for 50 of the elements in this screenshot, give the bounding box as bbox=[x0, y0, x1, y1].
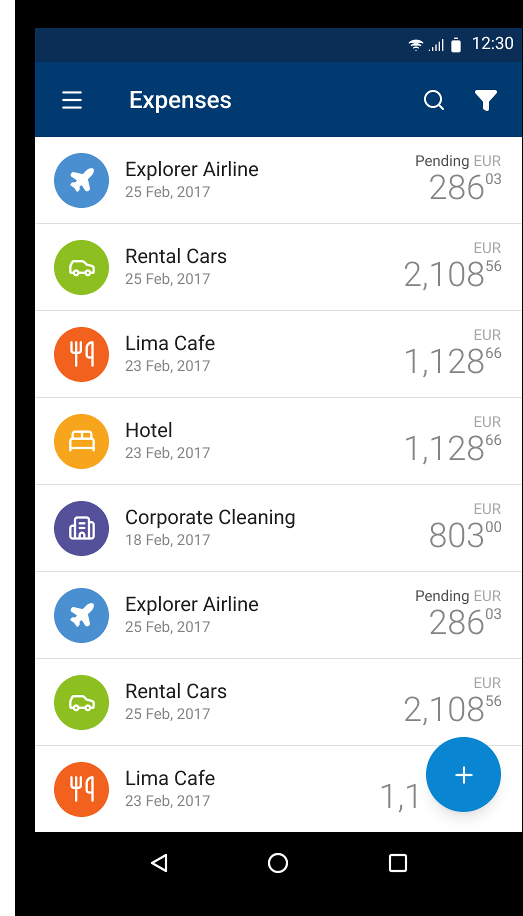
expense-name: Lima Cafe bbox=[125, 766, 216, 790]
status-label: Pending bbox=[415, 588, 470, 604]
expense-name: Explorer Airline bbox=[125, 156, 259, 181]
amount: 1,128 bbox=[403, 430, 486, 468]
expense-name: Hotel bbox=[125, 418, 174, 442]
currency-label: EUR bbox=[474, 240, 501, 256]
expense-date: 25 Feb, 2017 bbox=[125, 268, 212, 290]
signal-icon bbox=[428, 37, 444, 53]
expense-date: 23 Feb, 2017 bbox=[125, 790, 212, 812]
square-icon bbox=[387, 852, 410, 874]
currency-label: EUR bbox=[474, 327, 501, 343]
amount: 803 bbox=[428, 517, 486, 555]
home-button[interactable] bbox=[267, 852, 290, 874]
status-time: 12:30 bbox=[472, 33, 514, 56]
expense-date: 25 Feb, 2017 bbox=[125, 182, 212, 203]
currency-label: EUR bbox=[474, 675, 501, 691]
amount-cents: 56 bbox=[485, 691, 502, 711]
expense-name: Rental Cars bbox=[125, 678, 228, 703]
amount-cents: 00 bbox=[485, 517, 502, 537]
expense-name: Lima Cafe bbox=[125, 330, 216, 355]
amount-cents: 66 bbox=[485, 430, 502, 450]
amount-cents: 03 bbox=[485, 604, 502, 624]
app-title: Expenses bbox=[129, 84, 232, 116]
amount-cents: 56 bbox=[485, 256, 502, 276]
amount: 1,128 bbox=[403, 343, 486, 381]
expense-date: 23 Feb, 2017 bbox=[125, 356, 212, 377]
expense-name: Rental Cars bbox=[125, 244, 228, 268]
amount: 286 bbox=[428, 604, 486, 642]
filter-icon bbox=[474, 88, 498, 112]
currency-label: EUR bbox=[474, 588, 501, 604]
currency-label: EUR bbox=[474, 153, 501, 169]
expense-date: 25 Feb, 2017 bbox=[125, 616, 212, 638]
expense-date: 25 Feb, 2017 bbox=[125, 704, 212, 725]
recents-button[interactable] bbox=[387, 852, 410, 874]
amount: 286 bbox=[428, 169, 486, 207]
amount: 2,108 bbox=[403, 256, 486, 294]
expense-date: 18 Feb, 2017 bbox=[125, 530, 212, 551]
expense-name: Corporate Cleaning bbox=[125, 504, 296, 529]
currency-label: EUR bbox=[474, 414, 501, 430]
circle-icon bbox=[267, 852, 290, 874]
amount: 1,1 bbox=[378, 778, 423, 816]
currency-label: EUR bbox=[474, 501, 501, 517]
expense-date: 23 Feb, 2017 bbox=[125, 442, 210, 464]
amount: 2,108 bbox=[403, 691, 486, 729]
amount-cents: 66 bbox=[485, 343, 502, 363]
amount-cents: 03 bbox=[485, 169, 502, 189]
wifi-icon bbox=[408, 37, 424, 53]
search-icon bbox=[422, 88, 446, 112]
expense-name: Explorer Airline bbox=[125, 592, 259, 616]
status-label: Pending bbox=[415, 153, 470, 169]
